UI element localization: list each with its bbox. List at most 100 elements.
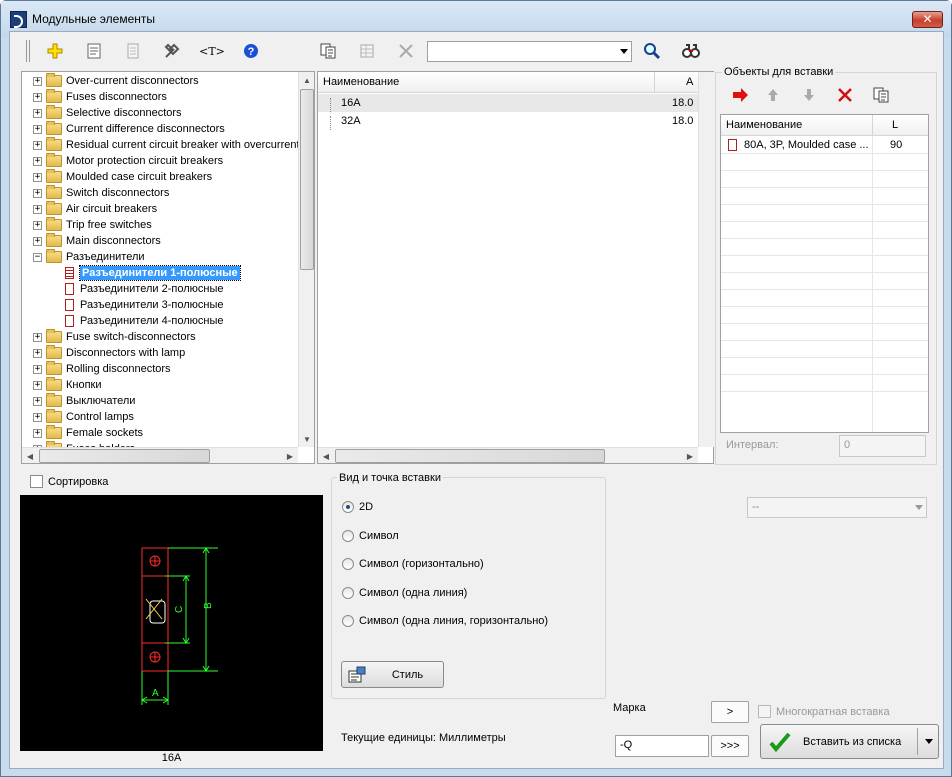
- tree-item[interactable]: Разъединители 1-полюсные: [65, 265, 241, 281]
- right-combo[interactable]: --: [747, 497, 927, 518]
- expand-icon[interactable]: +: [33, 364, 42, 374]
- document-icon[interactable]: [121, 40, 145, 62]
- multi-insert-box[interactable]: [758, 705, 771, 718]
- arrow-up-icon[interactable]: [761, 84, 785, 106]
- tree-item[interactable]: + Rolling disconnectors: [33, 361, 171, 377]
- expand-icon[interactable]: +: [33, 92, 42, 102]
- radio-button[interactable]: [342, 615, 354, 627]
- delete-disabled-icon[interactable]: [394, 40, 418, 62]
- expand-icon[interactable]: +: [33, 76, 42, 86]
- view-option-radio[interactable]: Символ: [342, 529, 399, 542]
- tree-item[interactable]: + Disconnectors with lamp: [33, 345, 185, 361]
- sort-checkbox[interactable]: Сортировка: [30, 475, 108, 488]
- chevron-down-icon[interactable]: [925, 739, 933, 744]
- tree-item[interactable]: + Control lamps: [33, 409, 134, 425]
- arrow-right-icon[interactable]: [728, 84, 752, 106]
- text-tag-icon[interactable]: <T>: [199, 40, 225, 62]
- tree-item[interactable]: + Выключатели: [33, 393, 135, 409]
- tree-vscroll-thumb[interactable]: [300, 89, 314, 270]
- scroll-up-icon[interactable]: ▲: [299, 72, 315, 88]
- tree-item[interactable]: Разъединители 2-полюсные: [65, 281, 223, 297]
- tree-hscrollbar[interactable]: ◀ ▶: [22, 447, 298, 463]
- col-a-header[interactable]: A: [686, 76, 693, 88]
- copy-icon[interactable]: [316, 40, 340, 62]
- expand-icon[interactable]: +: [33, 124, 42, 134]
- tree-item[interactable]: − Разъединители: [33, 249, 145, 265]
- radio-button[interactable]: [342, 558, 354, 570]
- variants-list[interactable]: Наименование A 16A 18.0 32A 18.0 ◀ ▶: [317, 71, 714, 464]
- view-option-radio[interactable]: Символ (горизонтально): [342, 558, 484, 570]
- search-icon[interactable]: [640, 40, 664, 62]
- help-icon[interactable]: ?: [239, 40, 263, 62]
- expand-icon[interactable]: +: [33, 412, 42, 422]
- remove-icon[interactable]: [833, 84, 857, 106]
- tree-item[interactable]: + Current difference disconnectors: [33, 121, 225, 137]
- tree-item[interactable]: + Кнопки: [33, 377, 102, 393]
- expand-icon[interactable]: +: [33, 236, 42, 246]
- add-icon[interactable]: [43, 40, 67, 62]
- expand-icon[interactable]: +: [33, 156, 42, 166]
- col-name-header[interactable]: Наименование: [726, 119, 802, 131]
- list-row[interactable]: 16A 18.0: [318, 94, 698, 112]
- tree-item[interactable]: + Over-current disconnectors: [33, 73, 199, 89]
- tree-item[interactable]: Разъединители 3-полюсные: [65, 297, 223, 313]
- scroll-left-icon[interactable]: ◀: [22, 448, 38, 464]
- tree-item[interactable]: + Fuses disconnectors: [33, 89, 167, 105]
- tree-item[interactable]: + Air circuit breakers: [33, 201, 157, 217]
- expand-icon[interactable]: +: [33, 332, 42, 342]
- expand-icon[interactable]: +: [33, 380, 42, 390]
- tree-item[interactable]: + Fuse switch-disconnectors: [33, 329, 196, 345]
- insert-row[interactable]: 80A, 3P, Moulded case ... 90: [721, 137, 928, 154]
- radio-button[interactable]: [342, 586, 354, 599]
- style-button[interactable]: Стиль: [341, 661, 444, 688]
- expand-icon[interactable]: +: [33, 348, 42, 358]
- expand-icon[interactable]: +: [33, 108, 42, 118]
- expand-icon[interactable]: +: [33, 140, 42, 150]
- insert-from-list-button[interactable]: Вставить из списка: [760, 724, 939, 759]
- scroll-down-icon[interactable]: ▼: [299, 431, 315, 447]
- expand-icon[interactable]: +: [33, 220, 42, 230]
- list-vscrollbar[interactable]: [698, 72, 714, 447]
- close-button[interactable]: ✕: [912, 11, 943, 28]
- tree-item[interactable]: + Residual current circuit breaker with o…: [33, 137, 299, 153]
- scroll-left-icon[interactable]: ◀: [318, 448, 334, 464]
- tree-item[interactable]: + Main disconnectors: [33, 233, 161, 249]
- tools-icon[interactable]: [160, 40, 184, 62]
- tree-item[interactable]: + Trip free switches: [33, 217, 152, 233]
- mark-input[interactable]: -Q: [615, 735, 709, 757]
- view-option-radio[interactable]: 2D: [342, 501, 373, 513]
- list-hscroll-thumb[interactable]: [335, 449, 605, 463]
- insert-list[interactable]: Наименование L 80A, 3P, Moulded case ...…: [720, 114, 929, 433]
- tree-vscrollbar[interactable]: ▲ ▼: [298, 72, 314, 447]
- col-name-header[interactable]: Наименование: [323, 76, 399, 88]
- radio-button[interactable]: [342, 529, 354, 542]
- copy-icon[interactable]: [869, 84, 893, 106]
- search-combo[interactable]: [427, 41, 632, 62]
- tree-item[interactable]: Разъединители 4-полюсные: [65, 313, 223, 329]
- tree-item[interactable]: + Switch disconnectors: [33, 185, 169, 201]
- scroll-right-icon[interactable]: ▶: [682, 448, 698, 464]
- scroll-right-icon[interactable]: ▶: [282, 448, 298, 464]
- tree-item[interactable]: + Female sockets: [33, 425, 143, 441]
- insert-single-button[interactable]: >: [711, 701, 749, 723]
- col-l-header[interactable]: L: [892, 119, 898, 131]
- tree-item[interactable]: + Moulded case circuit breakers: [33, 169, 212, 185]
- expand-icon[interactable]: +: [33, 428, 42, 438]
- sort-checkbox-box[interactable]: [30, 475, 43, 488]
- tree-item[interactable]: + Selective disconnectors: [33, 105, 182, 121]
- expand-icon[interactable]: +: [33, 188, 42, 198]
- binoculars-icon[interactable]: [679, 40, 703, 62]
- radio-button[interactable]: [342, 501, 354, 513]
- expand-icon[interactable]: +: [33, 172, 42, 182]
- table-icon[interactable]: [355, 40, 379, 62]
- tree-hscroll-thumb[interactable]: [39, 449, 210, 463]
- collapse-icon[interactable]: −: [33, 252, 42, 262]
- expand-icon[interactable]: +: [33, 396, 42, 406]
- properties-icon[interactable]: [82, 40, 106, 62]
- list-row[interactable]: 32A 18.0: [318, 112, 698, 130]
- interval-input[interactable]: 0: [839, 435, 926, 457]
- list-hscrollbar[interactable]: ◀ ▶: [318, 447, 698, 463]
- arrow-down-icon[interactable]: [797, 84, 821, 106]
- view-option-radio[interactable]: Символ (одна линия, горизонтально): [342, 615, 548, 627]
- view-option-radio[interactable]: Символ (одна линия): [342, 586, 467, 599]
